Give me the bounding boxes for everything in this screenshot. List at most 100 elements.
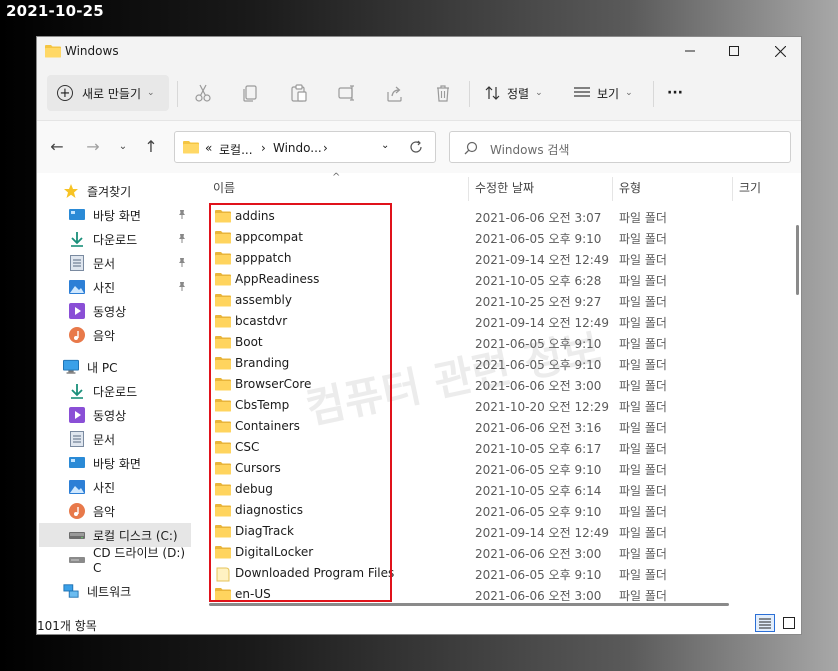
desktop-icon	[69, 455, 85, 471]
breadcrumb-separator[interactable]: ›	[323, 141, 328, 155]
folder-icon	[215, 335, 231, 352]
sidebar-item[interactable]: 문서	[39, 251, 191, 275]
file-type: 파일 폴더	[619, 400, 667, 414]
file-name: debug	[235, 482, 273, 496]
copy-icon[interactable]	[241, 83, 261, 103]
new-button[interactable]: + 새로 만들기 ⌄	[47, 75, 169, 111]
item-count: 101개 항목	[37, 619, 97, 633]
folder-icon	[215, 440, 231, 457]
file-row[interactable]: en-US 2021-06-06 오전 3:00 파일 폴더	[209, 584, 769, 605]
file-row[interactable]: Downloaded Program Files 2021-06-05 오후 9:…	[209, 563, 769, 584]
back-arrow-icon[interactable]: ←	[47, 138, 67, 156]
file-row[interactable]: DigitalLocker 2021-06-06 오전 3:00 파일 폴더	[209, 542, 769, 563]
sidebar-item[interactable]: 음악	[39, 323, 191, 347]
file-type: 파일 폴더	[619, 358, 667, 372]
file-row[interactable]: AppReadiness 2021-10-05 오후 6:28 파일 폴더	[209, 269, 769, 290]
sidebar-item[interactable]: 바탕 화면	[39, 451, 191, 475]
file-row[interactable]: diagnostics 2021-06-05 오후 9:10 파일 폴더	[209, 500, 769, 521]
sidebar-item[interactable]: 사진	[39, 275, 191, 299]
forward-arrow-icon[interactable]: →	[83, 138, 103, 156]
sidebar-item[interactable]: 동영상	[39, 403, 191, 427]
drive-icon	[69, 527, 85, 543]
toolbar-divider	[653, 81, 654, 107]
title-bar[interactable]: Windows	[37, 37, 801, 65]
sidebar-item[interactable]: 내 PC	[39, 355, 191, 379]
sidebar-item-label: 문서	[93, 432, 116, 447]
sidebar-item[interactable]: CD 드라이브 (D:) C	[39, 546, 191, 575]
file-name: Boot	[235, 335, 263, 349]
address-dropdown-chevron-icon[interactable]: ⌄	[381, 140, 389, 151]
file-row[interactable]: addins 2021-06-06 오전 3:07 파일 폴더	[209, 206, 769, 227]
file-row[interactable]: debug 2021-10-05 오후 6:14 파일 폴더	[209, 479, 769, 500]
search-box[interactable]: Windows 검색	[449, 131, 791, 163]
breadcrumb-overflow[interactable]: «	[205, 141, 212, 155]
folder-icon	[215, 209, 231, 226]
sort-icon	[485, 86, 500, 100]
more-options-button[interactable]: ···	[667, 83, 683, 103]
navigation-bar: ← → ⌄ ↑ « 로컬... › Windo... › ⌄ Windows 검…	[37, 121, 801, 173]
share-icon[interactable]	[385, 83, 405, 103]
sidebar-item-label: 다운로드	[93, 232, 138, 247]
delete-icon[interactable]	[433, 83, 453, 103]
file-row[interactable]: Containers 2021-06-06 오전 3:16 파일 폴더	[209, 416, 769, 437]
cut-icon[interactable]	[193, 83, 213, 103]
file-row[interactable]: apppatch 2021-09-14 오전 12:49 파일 폴더	[209, 248, 769, 269]
pictures-icon	[69, 479, 85, 495]
details-view-button[interactable]	[755, 614, 775, 632]
column-header-size[interactable]: 크기	[739, 173, 761, 201]
column-divider[interactable]	[732, 177, 733, 201]
sidebar-item[interactable]: 다운로드	[39, 379, 191, 403]
up-arrow-icon[interactable]: ↑	[141, 138, 161, 156]
sidebar-item[interactable]: 다운로드	[39, 227, 191, 251]
sidebar-item-label: 문서	[93, 256, 116, 271]
file-name: DigitalLocker	[235, 545, 314, 559]
view-button[interactable]: 보기 ⌄	[573, 83, 633, 103]
file-row[interactable]: appcompat 2021-06-05 오후 9:10 파일 폴더	[209, 227, 769, 248]
vertical-scrollbar[interactable]	[795, 201, 801, 596]
file-type: 파일 폴더	[619, 379, 667, 393]
sidebar-item[interactable]: 네트워크	[39, 579, 191, 603]
plus-icon: +	[57, 85, 73, 101]
cd-drive-icon	[69, 551, 85, 567]
column-divider[interactable]	[612, 177, 613, 201]
sidebar-item[interactable]: 문서	[39, 427, 191, 451]
file-row[interactable]: CSC 2021-10-05 오후 6:17 파일 폴더	[209, 437, 769, 458]
sort-button[interactable]: 정렬 ⌄	[485, 83, 543, 103]
file-row[interactable]: DiagTrack 2021-09-14 오전 12:49 파일 폴더	[209, 521, 769, 542]
breadcrumb-windows[interactable]: Windo...	[273, 141, 322, 155]
paste-icon[interactable]	[289, 83, 309, 103]
folder-icon	[215, 398, 231, 415]
rename-icon[interactable]	[337, 83, 357, 103]
column-divider[interactable]	[468, 177, 469, 201]
maximize-button[interactable]	[719, 41, 749, 61]
video-icon	[69, 407, 85, 423]
sidebar-item[interactable]: 동영상	[39, 299, 191, 323]
breadcrumb-local-disk[interactable]: 로컬...	[219, 141, 253, 158]
breadcrumb-separator[interactable]: ›	[261, 141, 266, 155]
column-header-date[interactable]: 수정한 날짜	[475, 173, 534, 201]
file-type: 파일 폴더	[619, 253, 667, 267]
date-stamp: 2021-10-25	[6, 2, 104, 20]
sidebar-item[interactable]: 사진	[39, 475, 191, 499]
folder-icon	[215, 587, 231, 604]
vertical-scroll-thumb[interactable]	[796, 225, 799, 295]
sidebar-item[interactable]: 즐겨찾기	[39, 179, 191, 203]
address-bar[interactable]: « 로컬... › Windo... › ⌄	[174, 131, 436, 163]
refresh-icon[interactable]	[409, 140, 423, 154]
horizontal-scroll-thumb[interactable]	[209, 603, 729, 606]
sidebar-item[interactable]: 음악	[39, 499, 191, 523]
file-row[interactable]: bcastdvr 2021-09-14 오전 12:49 파일 폴더	[209, 311, 769, 332]
close-button[interactable]	[765, 41, 795, 61]
column-header-type[interactable]: 유형	[619, 173, 641, 201]
file-date: 2021-10-20 오전 12:29	[475, 400, 610, 414]
file-date: 2021-09-14 오전 12:49	[475, 253, 610, 267]
file-row[interactable]: Cursors 2021-06-05 오후 9:10 파일 폴더	[209, 458, 769, 479]
sidebar-item[interactable]: 바탕 화면	[39, 203, 191, 227]
minimize-button[interactable]	[675, 41, 705, 61]
sidebar-item-label: 로컬 디스크 (C:)	[93, 528, 178, 543]
large-icons-view-button[interactable]	[779, 614, 799, 632]
details-view-icon	[759, 618, 771, 629]
column-header-name[interactable]: 이름	[213, 173, 235, 201]
file-row[interactable]: assembly 2021-10-25 오전 9:27 파일 폴더	[209, 290, 769, 311]
recent-locations-chevron-icon[interactable]: ⌄	[113, 138, 133, 156]
